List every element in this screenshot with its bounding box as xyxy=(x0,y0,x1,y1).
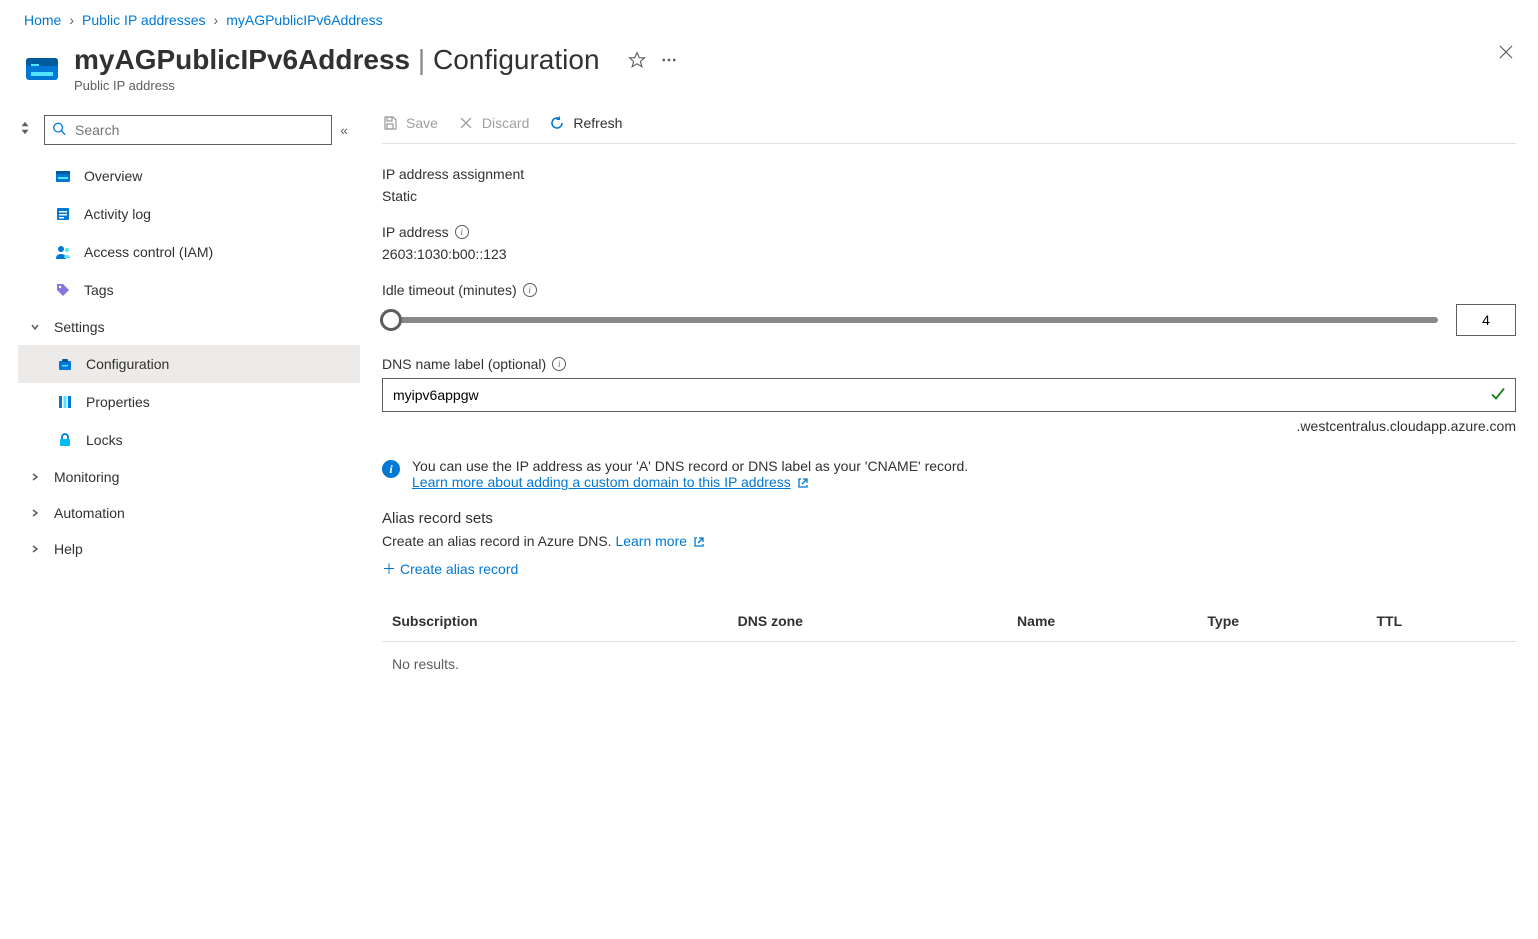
table-row-empty: No results. xyxy=(382,642,1516,687)
tags-icon xyxy=(54,281,72,299)
chevron-right-icon xyxy=(28,508,42,518)
more-button[interactable] xyxy=(660,51,678,69)
sidebar-item-configuration[interactable]: Configuration xyxy=(18,345,360,383)
sidebar-item-overview[interactable]: Overview xyxy=(18,157,360,195)
column-type[interactable]: Type xyxy=(1197,601,1366,642)
button-label: Refresh xyxy=(573,115,622,131)
discard-button: Discard xyxy=(458,115,529,131)
sidebar-group-help[interactable]: Help xyxy=(18,531,360,567)
info-icon[interactable]: i xyxy=(523,283,537,297)
sidebar-item-label: Configuration xyxy=(86,356,348,372)
chevron-right-icon xyxy=(28,544,42,554)
dns-suffix: .westcentralus.cloudapp.azure.com xyxy=(382,418,1516,434)
sidebar-item-label: Tags xyxy=(84,282,348,298)
sidebar-item-access-control[interactable]: Access control (IAM) xyxy=(18,233,360,271)
close-button[interactable] xyxy=(1498,44,1514,60)
alias-section-title: Alias record sets xyxy=(382,510,1516,527)
ip-assignment-value: Static xyxy=(382,188,1516,204)
info-icon: i xyxy=(382,460,400,478)
save-icon xyxy=(382,115,398,131)
dns-name-label: DNS name label (optional) xyxy=(382,356,546,372)
resource-type: Public IP address xyxy=(74,78,1498,93)
sidebar-item-label: Overview xyxy=(84,168,348,184)
alias-records-table: Subscription DNS zone Name Type TTL No r… xyxy=(382,601,1516,686)
ip-address-label: IP address xyxy=(382,224,449,240)
checkmark-icon xyxy=(1490,386,1506,405)
empty-message: No results. xyxy=(382,642,1516,687)
alias-learn-more-link[interactable]: Learn more xyxy=(615,533,687,549)
breadcrumb: Home › Public IP addresses › myAGPublicI… xyxy=(0,0,1538,40)
sidebar-item-locks[interactable]: Locks xyxy=(18,421,360,459)
discard-icon xyxy=(458,115,474,131)
page-title: myAGPublicIPv6Address | Configuration xyxy=(74,44,1498,76)
info-banner: i You can use the IP address as your 'A'… xyxy=(382,458,1516,490)
breadcrumb-current[interactable]: myAGPublicIPv6Address xyxy=(226,12,382,28)
idle-timeout-slider[interactable] xyxy=(382,317,1438,323)
search-icon xyxy=(52,122,66,139)
page-header: myAGPublicIPv6Address | Configuration Pu… xyxy=(0,40,1538,109)
info-icon[interactable]: i xyxy=(455,225,469,239)
sidebar-group-automation[interactable]: Automation xyxy=(18,495,360,531)
external-link-icon xyxy=(797,477,809,489)
public-ip-icon xyxy=(24,50,60,86)
sidebar-item-activity-log[interactable]: Activity log xyxy=(18,195,360,233)
refresh-button[interactable]: Refresh xyxy=(549,115,622,131)
page-section: Configuration xyxy=(433,44,600,75)
idle-timeout-input[interactable] xyxy=(1456,304,1516,336)
column-subscription[interactable]: Subscription xyxy=(382,601,728,642)
main-content: Save Discard Refresh IP address assignme… xyxy=(360,109,1538,706)
alias-section-subtitle: Create an alias record in Azure DNS. xyxy=(382,533,612,549)
sidebar-item-label: Settings xyxy=(54,319,348,335)
learn-more-link[interactable]: Learn more about adding a custom domain … xyxy=(412,474,791,490)
column-ttl[interactable]: TTL xyxy=(1366,601,1516,642)
overview-icon xyxy=(54,167,72,185)
sidebar-item-label: Monitoring xyxy=(54,469,348,485)
sidebar-group-monitoring[interactable]: Monitoring xyxy=(18,459,360,495)
ip-assignment-label: IP address assignment xyxy=(382,166,1516,182)
toolbar: Save Discard Refresh xyxy=(382,115,1516,144)
configuration-icon xyxy=(56,355,74,373)
plus-icon: ＋ xyxy=(382,559,396,579)
breadcrumb-public-ip-addresses[interactable]: Public IP addresses xyxy=(82,12,205,28)
activity-log-icon xyxy=(54,205,72,223)
button-label: Discard xyxy=(482,115,529,131)
idle-timeout-label: Idle timeout (minutes) xyxy=(382,282,517,298)
sidebar-item-label: Access control (IAM) xyxy=(84,244,348,260)
resource-name: myAGPublicIPv6Address xyxy=(74,44,410,75)
refresh-icon xyxy=(549,115,565,131)
collapse-sidebar-button[interactable]: « xyxy=(340,122,348,138)
sidebar-group-settings[interactable]: Settings xyxy=(18,309,360,345)
sidebar-item-tags[interactable]: Tags xyxy=(18,271,360,309)
save-button: Save xyxy=(382,115,438,131)
access-control-icon xyxy=(54,243,72,261)
create-alias-record-button[interactable]: ＋ Create alias record xyxy=(382,559,518,579)
sidebar-item-properties[interactable]: Properties xyxy=(18,383,360,421)
chevron-right-icon xyxy=(28,472,42,482)
info-icon[interactable]: i xyxy=(552,357,566,371)
search-input[interactable] xyxy=(44,115,332,145)
sort-icon[interactable] xyxy=(18,121,36,139)
favorite-button[interactable] xyxy=(628,51,646,69)
chevron-down-icon xyxy=(28,322,42,332)
column-name[interactable]: Name xyxy=(1007,601,1197,642)
chevron-right-icon: › xyxy=(69,12,74,28)
properties-icon xyxy=(56,393,74,411)
sidebar-item-label: Activity log xyxy=(84,206,348,222)
breadcrumb-home[interactable]: Home xyxy=(24,12,61,28)
external-link-icon xyxy=(693,536,705,548)
sidebar: « Overview Activity log Access control (… xyxy=(0,109,360,706)
info-text: You can use the IP address as your 'A' D… xyxy=(412,458,968,474)
dns-name-input[interactable] xyxy=(382,378,1516,412)
sidebar-item-label: Properties xyxy=(86,394,348,410)
button-label: Save xyxy=(406,115,438,131)
chevron-right-icon: › xyxy=(214,12,219,28)
ip-address-value: 2603:1030:b00::123 xyxy=(382,246,1516,262)
create-alias-label: Create alias record xyxy=(400,561,518,577)
slider-thumb[interactable] xyxy=(380,309,402,331)
sidebar-item-label: Help xyxy=(54,541,348,557)
sidebar-item-label: Automation xyxy=(54,505,348,521)
sidebar-item-label: Locks xyxy=(86,432,348,448)
column-dns-zone[interactable]: DNS zone xyxy=(728,601,1007,642)
locks-icon xyxy=(56,431,74,449)
